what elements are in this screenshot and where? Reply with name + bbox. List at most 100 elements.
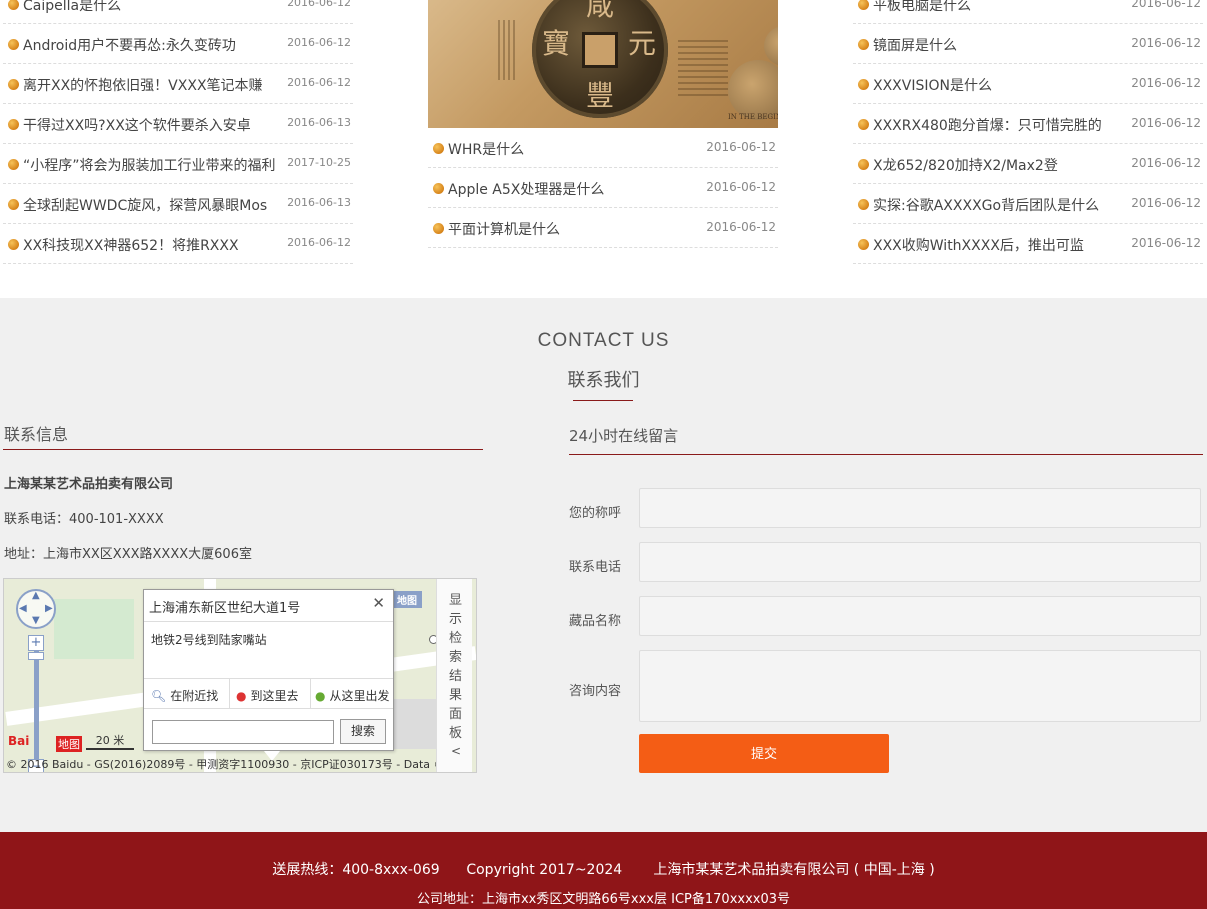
divider — [3, 449, 483, 450]
news-title[interactable]: XXXRX480跑分首爆：只可惜完胜的 — [873, 115, 1141, 135]
contact-heading-cn: 联系我们 — [567, 370, 640, 391]
news-title[interactable]: 平面计算机是什么 — [448, 219, 716, 239]
news-title[interactable]: Apple A5X处理器是什么 — [448, 179, 716, 199]
news-section: Caipella是什么 2016-06-12 Android用户不要再怂:永久变砖… — [0, 0, 1207, 298]
coin-char: 寶 — [542, 27, 571, 60]
news-title[interactable]: XX科技现XX神器652！将推RXXX — [23, 235, 291, 255]
bullet-icon — [8, 119, 19, 130]
news-item[interactable]: XXXRX480跑分首爆：只可惜完胜的 2016-06-12 — [853, 104, 1203, 144]
contact-info-title: 联系信息 — [4, 425, 69, 444]
bullet-icon — [8, 199, 19, 210]
news-item[interactable]: 镜面屏是什么 2016-06-12 — [853, 24, 1203, 64]
bullet-icon — [433, 183, 444, 194]
info-window-description: 地铁2号线到陆家嘴站 — [151, 633, 267, 647]
news-date: 2016-06-12 — [1131, 236, 1201, 250]
close-icon[interactable]: ✕ — [372, 594, 385, 612]
news-title[interactable]: 离开XX的怀抱依旧强！VXXX笔记本赚 — [23, 75, 291, 95]
news-title[interactable]: 平板电脑是什么 — [873, 0, 1141, 15]
bullet-icon — [8, 159, 19, 170]
location-pin-icon: ● — [315, 689, 326, 703]
news-item[interactable]: 平面计算机是什么 2016-06-12 — [428, 208, 778, 248]
tab-nearby[interactable]: 🔍︎ 在附近找 — [151, 687, 218, 704]
news-item[interactable]: Apple A5X处理器是什么 2016-06-12 — [428, 168, 778, 208]
tab-label: 从这里出发 — [329, 689, 390, 703]
bullet-icon — [858, 119, 869, 130]
news-title[interactable]: 镜面屏是什么 — [873, 35, 1141, 55]
news-title[interactable]: X龙652/820加持X2/Max2登 — [873, 155, 1141, 175]
coin-hole — [582, 32, 618, 68]
collection-name-field[interactable] — [639, 596, 1201, 636]
footer-line-address: 公司地址：上海市xx秀区文明路66号xxx层 ICP备170xxxx03号 — [416, 892, 791, 907]
bullet-icon — [8, 239, 19, 250]
map-pan-control[interactable]: ▲ ▼ ◀ ▶ — [16, 589, 56, 629]
news-date: 2016-06-12 — [1131, 156, 1201, 170]
news-item[interactable]: 全球刮起WWDC旋风，探营风暴眼Mos 2016-06-13 — [3, 184, 353, 224]
contact-heading-en: CONTACT US — [537, 330, 670, 351]
name-field[interactable] — [639, 488, 1201, 528]
news-item[interactable]: “小程序”将会为服装加工行业带来的福利 2017-10-25 — [3, 144, 353, 184]
baidu-map[interactable]: ▲ ▼ ◀ ▶ + − Bai 地图 20 米 地图 © 2016 Baidu … — [3, 578, 477, 773]
baidu-logo: Bai — [8, 734, 30, 748]
decorative-text-block — [678, 40, 728, 100]
featured-news-image[interactable]: 咸 元 寶 豐 IN THE BEGINNING — [428, 0, 778, 128]
heading-underline — [573, 400, 633, 401]
zoom-in-button[interactable]: + — [28, 635, 44, 651]
zoom-slider-handle[interactable] — [28, 652, 44, 660]
news-title[interactable]: 实探:谷歌AXXXXGo背后团队是什么 — [873, 195, 1141, 215]
bullet-icon — [8, 79, 19, 90]
bullet-icon — [858, 239, 869, 250]
news-item[interactable]: Android用户不要再怂:永久变砖功 2016-06-12 — [3, 24, 353, 64]
news-item[interactable]: 实探:谷歌AXXXXGo背后团队是什么 2016-06-12 — [853, 184, 1203, 224]
small-coin-image — [764, 26, 778, 66]
news-item[interactable]: XXXVISION是什么 2016-06-12 — [853, 64, 1203, 104]
map-scale: 20 米 — [86, 732, 134, 750]
divider — [229, 679, 230, 709]
news-item[interactable]: XX科技现XX神器652！将推RXXX 2016-06-12 — [3, 224, 353, 264]
news-list-left: Caipella是什么 2016-06-12 Android用户不要再怂:永久变砖… — [3, 0, 353, 264]
news-title[interactable]: “小程序”将会为服装加工行业带来的福利 — [23, 155, 291, 175]
news-title[interactable]: 干得过XX吗?XX这个软件要杀入安卓 — [23, 115, 291, 135]
news-item[interactable]: WHR是什么 2016-06-12 — [428, 128, 778, 168]
map-park-area — [54, 599, 134, 659]
news-item[interactable]: 干得过XX吗?XX这个软件要杀入安卓 2016-06-13 — [3, 104, 353, 144]
news-title[interactable]: 全球刮起WWDC旋风，探营风暴眼Mos — [23, 195, 291, 215]
news-date: 2016-06-12 — [1131, 116, 1201, 130]
submit-button[interactable]: 提交 — [639, 734, 889, 773]
map-search-input[interactable] — [152, 720, 334, 744]
name-label: 您的称呼 — [569, 506, 622, 521]
contact-section: CONTACT US 联系我们 联系信息 上海某某艺术品拍卖有限公司 联系电话：… — [0, 298, 1207, 832]
news-title[interactable]: Caipella是什么 — [23, 0, 291, 15]
search-result-panel-toggle[interactable]: 显示检索结果面板 < — [436, 579, 472, 772]
news-date: 2016-06-12 — [1131, 36, 1201, 50]
footer: 送展热线：400-8xxx-069 Copyright 2017~2024 上海… — [0, 832, 1207, 909]
map-search-button[interactable]: 搜索 — [340, 719, 386, 744]
inquiry-label: 咨询内容 — [569, 684, 622, 699]
tab-label: 在附近找 — [170, 689, 219, 703]
tab-go-here[interactable]: ● 到这里去 — [236, 687, 299, 704]
zoom-slider[interactable] — [34, 651, 39, 771]
news-item[interactable]: X龙652/820加持X2/Max2登 2016-06-12 — [853, 144, 1203, 184]
side-panel-label: 显示检索结果面板 — [449, 593, 463, 741]
map-type-toggle[interactable]: 地图 — [392, 591, 422, 608]
news-title[interactable]: XXX收购WithXXXX后，推出可监 — [873, 235, 1141, 255]
news-title[interactable]: WHR是什么 — [448, 139, 716, 159]
news-item[interactable]: Caipella是什么 2016-06-12 — [3, 0, 353, 24]
news-date: 2016-06-13 — [287, 196, 351, 209]
ancient-coin-image: 咸 元 寶 豐 — [532, 0, 668, 118]
news-date: 2016-06-13 — [287, 116, 351, 129]
news-item[interactable]: XXX收购WithXXXX后，推出可监 2016-06-12 — [853, 224, 1203, 264]
phone-field[interactable] — [639, 542, 1201, 582]
news-item[interactable]: 平板电脑是什么 2016-06-12 — [853, 0, 1203, 24]
news-title[interactable]: XXXVISION是什么 — [873, 75, 1141, 95]
divider — [310, 679, 311, 709]
image-caption: IN THE BEGINNING — [728, 113, 778, 121]
inquiry-textarea[interactable] — [639, 650, 1201, 722]
info-window-pointer — [264, 751, 280, 761]
bullet-icon — [858, 0, 869, 10]
tab-from-here[interactable]: ● 从这里出发 — [315, 687, 390, 704]
news-title[interactable]: Android用户不要再怂:永久变砖功 — [23, 35, 291, 55]
news-item[interactable]: 离开XX的怀抱依旧强！VXXX笔记本赚 2016-06-12 — [3, 64, 353, 104]
news-date: 2016-06-12 — [287, 76, 351, 89]
contact-address: 地址：上海市XX区XXX路XXXX大厦606室 — [4, 547, 252, 562]
location-pin-icon: ● — [236, 689, 247, 703]
